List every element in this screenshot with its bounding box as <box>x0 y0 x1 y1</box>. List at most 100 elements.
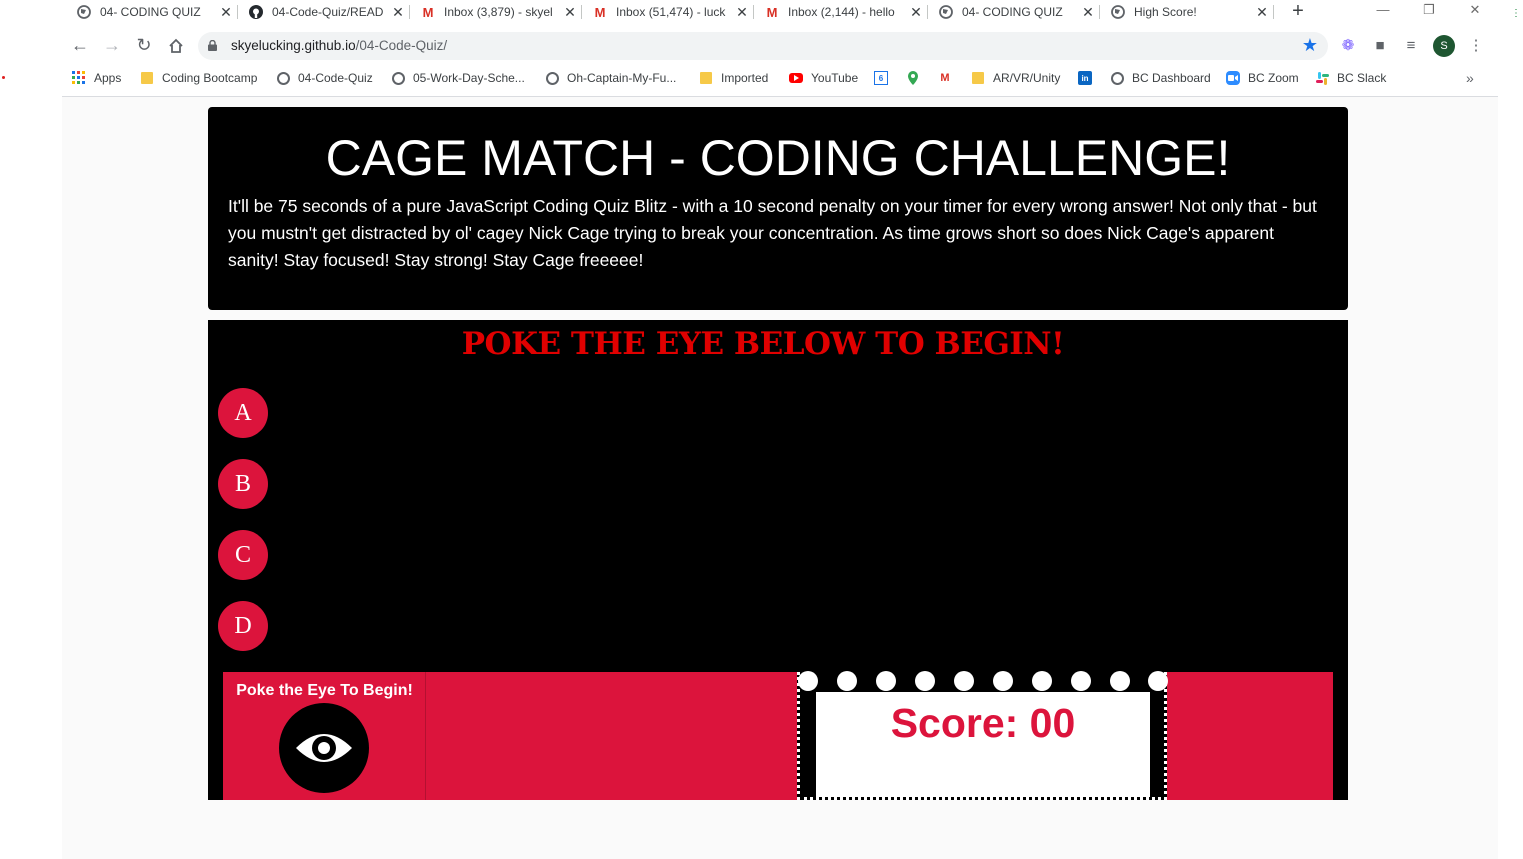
score-text: Score: 00 <box>890 700 1076 746</box>
tab-inbox-3[interactable]: M Inbox (2,144) - hello ✕ <box>754 0 928 24</box>
profile-avatar[interactable]: S <box>1433 35 1455 57</box>
extension-flower-icon[interactable]: ❁ <box>1338 36 1358 56</box>
close-tab-icon[interactable]: ✕ <box>1254 4 1270 21</box>
browser-toolbar: ← → ↻ skyelucking.github.io/04-Code-Quiz… <box>0 28 1523 64</box>
bookmark-youtube[interactable]: YouTube <box>789 69 858 87</box>
maps-pin-icon <box>906 71 920 85</box>
bookmark-bc-dashboard[interactable]: BC Dashboard <box>1110 69 1211 87</box>
zoom-icon <box>1226 71 1240 85</box>
bookmark-ar-vr-unity[interactable]: AR/VR/Unity <box>971 69 1060 87</box>
slack-icon <box>1315 71 1329 85</box>
globe-icon <box>76 4 92 20</box>
github-icon <box>248 4 264 20</box>
start-label: Poke the Eye To Begin! <box>236 682 413 699</box>
eye-icon <box>296 734 352 762</box>
media-queue-icon[interactable]: ≡ <box>1401 36 1421 56</box>
bookmark-imported[interactable]: Imported <box>699 69 768 87</box>
url-text: skyelucking.github.io/04-Code-Quiz/ <box>231 38 448 53</box>
quiz-card: POKE THE EYE BELOW TO BEGIN! A B C D Pok… <box>208 320 1348 800</box>
bookmark-apps[interactable]: Apps <box>72 69 121 87</box>
folder-icon <box>140 71 154 85</box>
side-grid-icon: ⋮⋮ <box>1511 8 1523 19</box>
gmail-icon: M <box>940 72 950 84</box>
close-tab-icon[interactable]: ✕ <box>734 4 750 21</box>
globe-icon <box>1110 4 1126 20</box>
tab-inbox-1[interactable]: M Inbox (3,879) - skyel ✕ <box>410 0 582 24</box>
restore-icon[interactable]: ❐ <box>1406 0 1452 22</box>
marquee-score-frame: Score: 00 <box>797 671 1168 800</box>
lock-icon <box>208 40 217 51</box>
bookmark-oh-captain[interactable]: Oh-Captain-My-Fu... <box>545 69 676 87</box>
forward-icon[interactable]: → <box>100 34 124 58</box>
bookmark-bc-slack[interactable]: BC Slack <box>1315 69 1386 87</box>
eye-start-button[interactable] <box>279 703 369 793</box>
answer-d-button[interactable]: D <box>218 601 268 651</box>
score-box: Score: 00 <box>816 692 1150 797</box>
bookmark-linkedin[interactable]: in <box>1078 69 1100 87</box>
calendar-icon: 6 <box>874 71 888 85</box>
marquee-bulb <box>915 671 935 691</box>
close-tab-icon[interactable]: ✕ <box>908 4 924 21</box>
window-close-icon[interactable]: ✕ <box>1452 0 1498 22</box>
start-panel: Poke the Eye To Begin! <box>223 672 426 800</box>
close-tab-icon[interactable]: ✕ <box>390 4 406 21</box>
answer-b-button[interactable]: B <box>218 459 268 509</box>
game-bottom-bar: Poke the Eye To Begin! Score: 00 <box>223 671 1333 800</box>
answer-a-button[interactable]: A <box>218 388 268 438</box>
question-text: POKE THE EYE BELOW TO BEGIN! <box>461 326 1065 362</box>
globe-icon <box>391 71 405 85</box>
marquee-bulb <box>954 671 974 691</box>
globe-icon <box>545 71 559 85</box>
apps-grid-icon <box>72 71 86 85</box>
back-icon[interactable]: ← <box>68 34 92 58</box>
tab-coding-quiz[interactable]: 04- CODING QUIZ ✕ <box>66 0 238 24</box>
bookmarks-bar: Apps Coding Bootcamp 04-Code-Quiz 05-Wor… <box>0 66 1523 90</box>
tab-strip: 04- CODING QUIZ ✕ 04-Code-Quiz/READ ✕ M … <box>0 0 1523 24</box>
linkedin-icon: in <box>1078 71 1092 85</box>
marquee-bulb <box>798 671 818 691</box>
marquee-bulb <box>876 671 896 691</box>
folder-icon <box>699 71 713 85</box>
globe-icon <box>276 71 290 85</box>
close-tab-icon[interactable]: ✕ <box>1080 4 1096 21</box>
more-bookmarks-icon[interactable]: » <box>1466 70 1474 86</box>
notification-dot <box>2 76 5 79</box>
gmail-icon: M <box>766 4 778 20</box>
bookmark-gmail[interactable]: M <box>938 69 960 87</box>
tab-github-readme[interactable]: 04-Code-Quiz/READ ✕ <box>238 0 410 24</box>
marquee-bulb <box>1071 671 1091 691</box>
bookmark-star-icon[interactable]: ★ <box>1302 35 1318 56</box>
bookmark-bc-zoom[interactable]: BC Zoom <box>1226 69 1299 87</box>
tab-high-score[interactable]: High Score! ✕ <box>1100 0 1274 24</box>
bookmark-calendar[interactable]: 6 <box>874 69 896 87</box>
new-tab-button[interactable]: + <box>1286 0 1310 24</box>
header-card: CAGE MATCH - CODING CHALLENGE! It'll be … <box>208 107 1348 310</box>
address-bar[interactable]: skyelucking.github.io/04-Code-Quiz/ ★ <box>198 32 1328 60</box>
gmail-icon: M <box>594 4 606 20</box>
home-icon[interactable] <box>164 34 188 58</box>
marquee-bulb <box>837 671 857 691</box>
minimize-icon[interactable]: — <box>1360 0 1406 22</box>
bookmark-coding-bootcamp[interactable]: Coding Bootcamp <box>140 69 257 87</box>
marquee-bulb <box>1110 671 1130 691</box>
folder-icon <box>971 71 985 85</box>
globe-icon <box>1110 71 1124 85</box>
close-tab-icon[interactable]: ✕ <box>562 4 578 21</box>
intro-text: It'll be 75 seconds of a pure JavaScript… <box>228 196 1317 270</box>
extensions-puzzle-icon[interactable]: ■ <box>1370 36 1390 56</box>
youtube-icon <box>789 71 803 85</box>
tab-coding-quiz-2[interactable]: 04- CODING QUIZ ✕ <box>928 0 1100 24</box>
bookmark-04-code-quiz[interactable]: 04-Code-Quiz <box>276 69 373 87</box>
reload-icon[interactable]: ↻ <box>132 34 156 58</box>
gmail-icon: M <box>422 4 434 20</box>
bookmark-work-day-scheduler[interactable]: 05-Work-Day-Sche... <box>391 69 525 87</box>
globe-icon <box>938 4 954 20</box>
page-title: CAGE MATCH - CODING CHALLENGE! <box>325 130 1231 186</box>
menu-kebab-icon[interactable]: ⋮ <box>1466 36 1486 56</box>
marquee-bulb <box>993 671 1013 691</box>
bookmark-maps[interactable] <box>906 69 928 87</box>
tab-inbox-2[interactable]: M Inbox (51,474) - luck ✕ <box>582 0 754 24</box>
answer-c-button[interactable]: C <box>218 530 268 580</box>
close-tab-icon[interactable]: ✕ <box>218 4 234 21</box>
marquee-bulb <box>1148 671 1168 691</box>
